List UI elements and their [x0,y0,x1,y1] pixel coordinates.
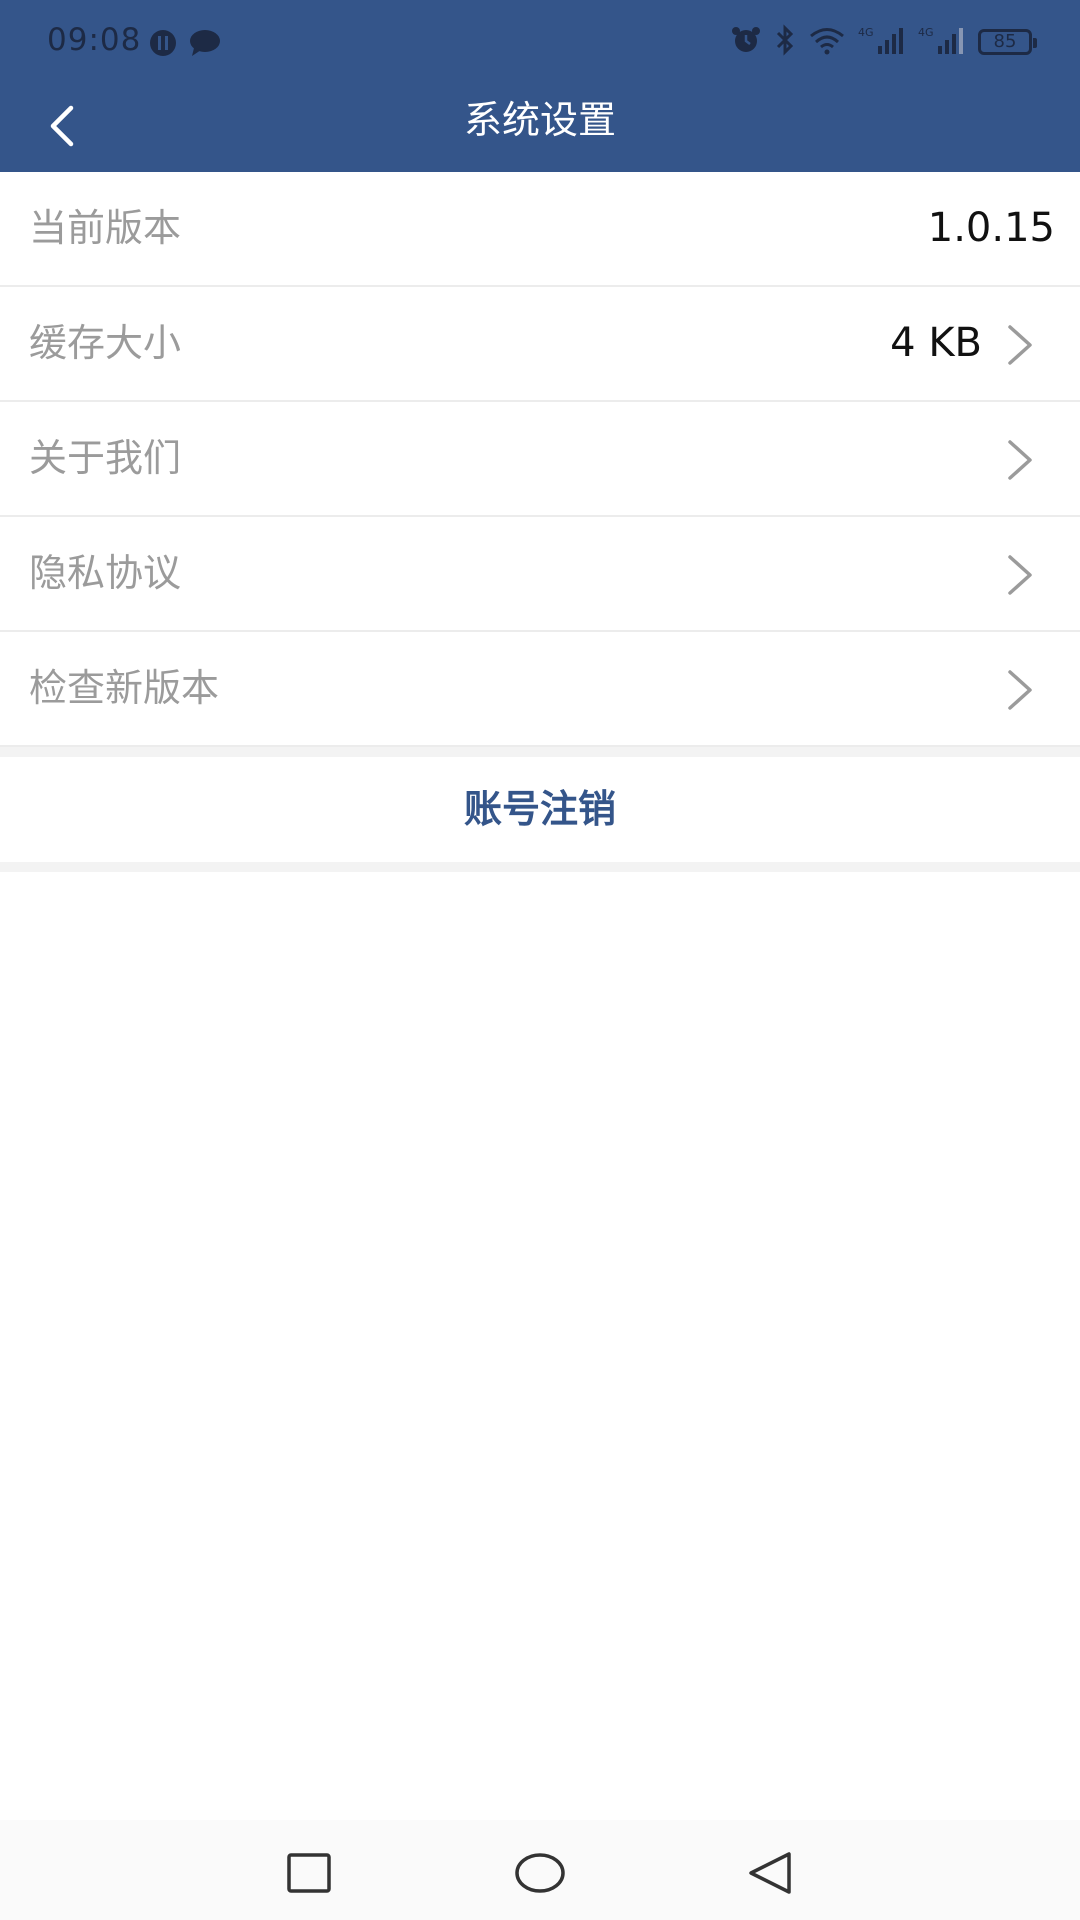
svg-text:4G: 4G [918,26,934,39]
row-label: 隐私协议 [29,551,182,595]
settings-row-current-version: 当前版本 1.0.15 [0,172,1080,287]
chevron-right-icon [1008,325,1032,365]
cellular-signal-icon-2: 4G [918,24,966,60]
account-deactivate-button[interactable]: 账号注销 [0,757,1080,862]
chevron-right-icon [1008,440,1032,480]
row-label: 关于我们 [29,436,182,480]
square-icon [287,1853,331,1893]
nav-bar: 系统设置 [0,84,1080,172]
status-right-icons: 4G 4G 85 [730,24,1037,60]
status-left-icons [148,28,222,62]
bluetooth-icon [774,24,796,60]
settings-row-cache-size[interactable]: 缓存大小 4 KB [0,287,1080,402]
settings-row-about-us[interactable]: 关于我们 [0,402,1080,517]
pause-indicator-icon [148,28,178,62]
row-label: 当前版本 [29,206,182,250]
row-label: 检查新版本 [29,666,220,710]
chevron-right-icon [1008,670,1032,710]
section-divider [0,862,1080,872]
battery-icon: 85 [978,29,1037,55]
system-back-button[interactable] [740,1848,800,1898]
settings-row-check-update[interactable]: 检查新版本 [0,632,1080,747]
status-time: 09:08 [47,22,142,58]
svg-text:4G: 4G [858,26,874,39]
app-header: 09:08 4G 4G 85 系统设置 [0,0,1080,172]
cache-size-value: 4 KB [890,320,982,366]
settings-list: 当前版本 1.0.15 缓存大小 4 KB 关于我们 隐私协议 检查新版本 账号… [0,172,1080,872]
chevron-left-icon [50,105,74,147]
status-bar: 09:08 4G 4G 85 [0,0,1080,84]
triangle-back-icon [749,1852,791,1894]
system-navigation-bar [0,1820,1080,1920]
cellular-signal-icon: 4G [858,24,906,60]
page-title: 系统设置 [463,98,616,142]
row-label: 缓存大小 [29,321,182,365]
circle-icon [515,1853,565,1893]
wifi-icon [808,25,846,59]
section-divider [0,747,1080,757]
home-button[interactable] [510,1848,570,1898]
recents-button[interactable] [279,1848,339,1898]
settings-row-privacy-policy[interactable]: 隐私协议 [0,517,1080,632]
alarm-icon [730,24,762,60]
version-value: 1.0.15 [927,205,1055,251]
chevron-right-icon [1008,555,1032,595]
back-button[interactable] [30,94,94,158]
message-icon [188,28,222,62]
